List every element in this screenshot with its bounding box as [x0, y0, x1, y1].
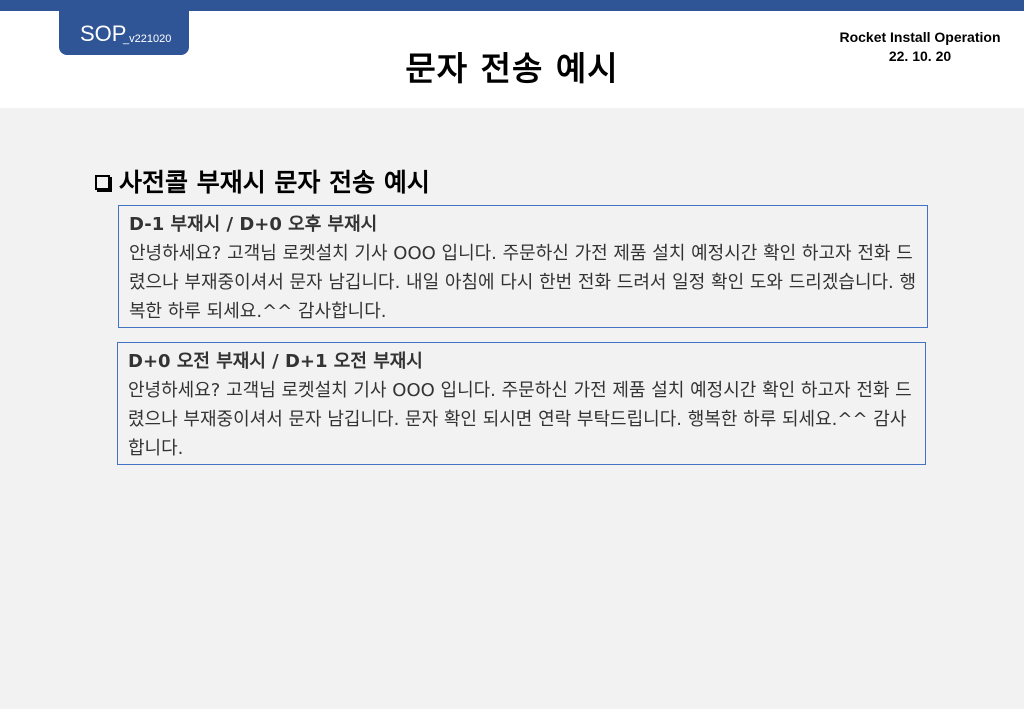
message-condition-label: D+0 오전 부재시 / D+1 오전 부재시 — [128, 351, 423, 372]
message-example-box: D+0 오전 부재시 / D+1 오전 부재시 안녕하세요? 고객님 로켓설치 … — [117, 342, 926, 465]
sop-version-tab: SOP _v221020 — [59, 11, 189, 55]
sop-version: _v221020 — [123, 33, 172, 45]
section-heading: 사전콜 부재시 문자 전송 예시 — [95, 163, 430, 199]
message-body-text: 안녕하세요? 고객님 로켓설치 기사 OOO 입니다. 주문하신 가전 제품 설… — [129, 243, 917, 322]
company-info: Rocket Install Operation 22. 10. 20 — [820, 28, 1020, 66]
sop-label: SOP — [80, 21, 127, 46]
page-title: 문자 전송 예시 — [405, 49, 619, 88]
top-accent-bar — [0, 0, 1024, 11]
message-example-box: D-1 부재시 / D+0 오후 부재시 안녕하세요? 고객님 로켓설치 기사 … — [118, 205, 928, 328]
message-condition-label: D-1 부재시 / D+0 오후 부재시 — [129, 214, 378, 235]
section-heading-text: 사전콜 부재시 문자 전송 예시 — [119, 168, 430, 197]
checkbox-bullet-icon — [95, 175, 110, 190]
document-date: 22. 10. 20 — [888, 48, 952, 64]
company-name: Rocket Install Operation — [839, 29, 1001, 45]
message-body-text: 안녕하세요? 고객님 로켓설치 기사 OOO 입니다. 주문하신 가전 제품 설… — [128, 380, 912, 459]
